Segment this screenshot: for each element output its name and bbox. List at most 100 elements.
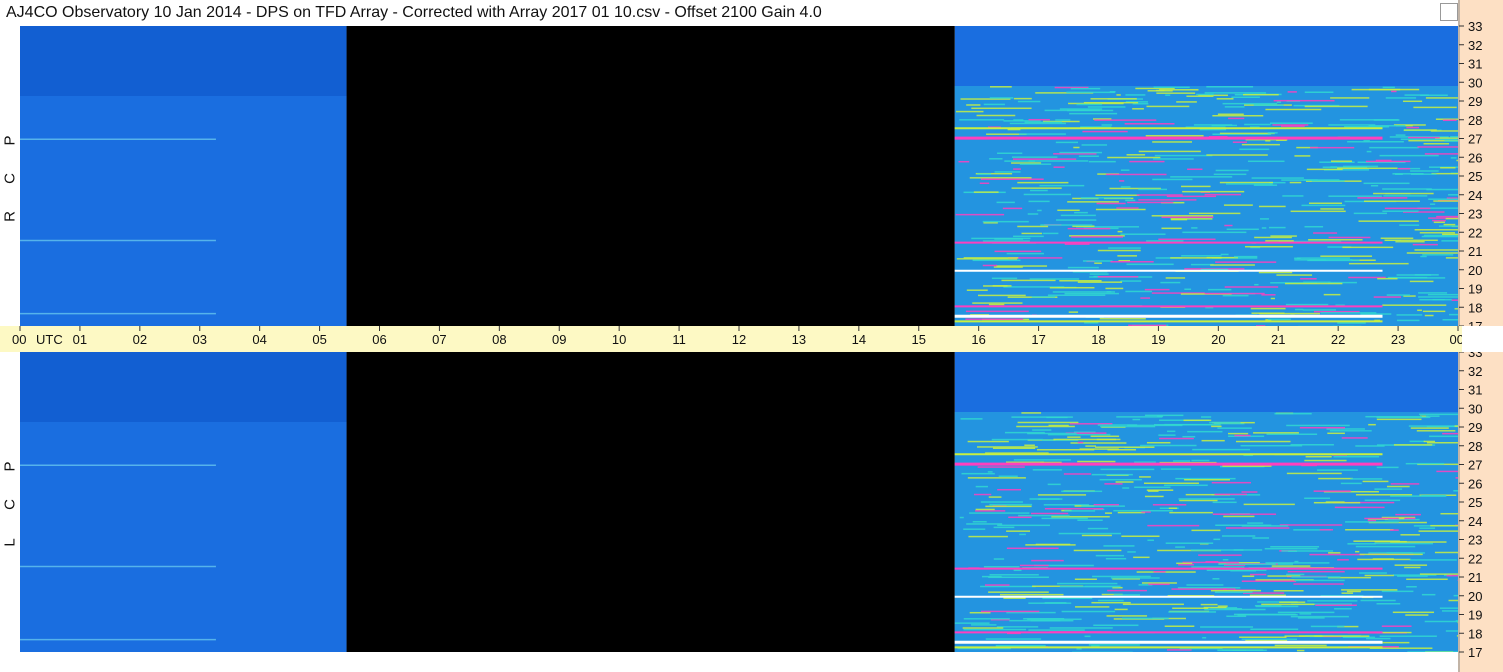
rcp-activity-streak — [1424, 153, 1458, 155]
rcp-activity-streak — [1117, 255, 1138, 257]
rcp-activity-streak — [1396, 319, 1420, 322]
rcp-activity-streak — [1184, 288, 1192, 291]
utc-tick-label: 04 — [252, 332, 266, 347]
lcp-activity-streak — [1439, 607, 1458, 609]
lcp-interference-line — [954, 646, 1383, 649]
rcp-activity-streak — [997, 152, 1023, 155]
lcp-activity-streak — [1250, 573, 1267, 576]
lcp-activity-streak — [1032, 429, 1052, 431]
rcp-activity-streak — [971, 237, 1031, 240]
rcp-letter-3: P — [1, 135, 19, 146]
rcp-activity-streak — [1067, 227, 1111, 230]
lcp-activity-streak — [1397, 575, 1428, 577]
utc-tick-label: 02 — [133, 332, 147, 347]
rcp-activity-streak — [1006, 252, 1044, 255]
rcp-activity-streak — [1320, 255, 1373, 257]
lcp-activity-streak — [1392, 611, 1435, 614]
lcp-activity-streak — [1376, 418, 1422, 421]
rcp-activity-streak — [1094, 262, 1102, 264]
lcp-activity-streak — [1152, 504, 1187, 506]
utc-tick-label: 06 — [372, 332, 386, 347]
lcp-letter-1: L — [1, 538, 19, 547]
lcp-activity-streak — [1317, 469, 1358, 471]
lcp-interference-line — [954, 453, 1383, 456]
rcp-activity-streak — [1170, 218, 1188, 221]
rcp-freq-tick-label: 31 — [1468, 57, 1482, 72]
rcp-activity-streak — [1422, 310, 1446, 313]
lcp-activity-streak — [1027, 432, 1077, 435]
rcp-no-data-segment — [346, 26, 955, 326]
lcp-activity-streak — [1105, 512, 1113, 514]
rcp-activity-streak — [1265, 140, 1271, 142]
lcp-activity-streak — [1143, 482, 1199, 485]
lcp-activity-streak — [1037, 494, 1087, 496]
lcp-activity-streak — [1210, 589, 1262, 592]
rcp-activity-streak — [1261, 227, 1267, 229]
lcp-activity-streak — [1426, 441, 1458, 444]
lcp-activity-streak — [1121, 535, 1160, 538]
lcp-activity-streak — [1139, 476, 1151, 478]
rcp-activity-streak — [994, 250, 1042, 253]
utc-unit-label: UTC — [36, 332, 63, 347]
lcp-activity-streak — [1241, 580, 1297, 582]
window-close-box[interactable] — [1440, 3, 1458, 21]
lcp-activity-streak — [1406, 586, 1417, 588]
rcp-activity-streak — [1223, 204, 1253, 206]
rcp-activity-streak — [1395, 240, 1425, 243]
lcp-activity-streak — [1093, 624, 1139, 627]
rcp-activity-streak — [1220, 253, 1229, 256]
lcp-activity-streak — [988, 576, 1049, 579]
lcp-activity-streak — [1230, 569, 1257, 572]
lcp-activity-streak — [1286, 472, 1342, 475]
rcp-activity-streak — [972, 302, 1023, 304]
rcp-activity-streak — [1406, 126, 1420, 129]
lcp-activity-streak — [1242, 575, 1255, 578]
rcp-activity-streak — [1206, 86, 1254, 88]
rcp-activity-streak — [1156, 92, 1196, 94]
rcp-activity-streak — [1212, 114, 1264, 117]
rcp-activity-streak — [1204, 193, 1242, 196]
rcp-activity-streak — [1445, 257, 1458, 259]
lcp-activity-streak — [1376, 416, 1431, 419]
rcp-interference-line — [954, 241, 1383, 244]
rcp-activity-streak — [1379, 154, 1439, 157]
rcp-activity-streak — [1224, 106, 1245, 108]
lcp-activity-streak — [1148, 583, 1170, 586]
rcp-activity-streak — [980, 178, 1044, 180]
rcp-activity-streak — [1328, 195, 1382, 197]
rcp-activity-streak — [1146, 240, 1184, 242]
lcp-activity-streak — [1271, 565, 1311, 567]
lcp-activity-streak — [1211, 481, 1251, 484]
rcp-activity-streak — [1296, 257, 1350, 259]
rcp-activity-streak — [1096, 202, 1126, 205]
rcp-activity-streak — [1120, 169, 1130, 171]
lcp-activity-streak — [1225, 527, 1290, 529]
lcp-activity-streak — [1329, 430, 1372, 432]
rcp-activity-streak — [971, 107, 1032, 110]
utc-time-axis: 00 01 02 03 04 05 06 07 08 09 10 11 12 13 14 15 16 17 18 19… — [0, 326, 1462, 352]
rcp-activity-streak — [1217, 113, 1244, 116]
rcp-activity-streak — [1410, 170, 1439, 172]
lcp-activity-streak — [1175, 546, 1185, 548]
lcp-activity-streak — [1008, 516, 1032, 519]
rcp-activity-streak — [1126, 154, 1146, 156]
rcp-activity-streak — [1308, 239, 1363, 241]
lcp-activity-streak — [1340, 482, 1362, 485]
rcp-activity-streak — [1450, 157, 1457, 159]
utc-tick-label: 01 — [73, 332, 87, 347]
lcp-activity-streak — [1031, 559, 1064, 562]
lcp-activity-streak — [997, 488, 1021, 491]
lcp-activity-streak — [1328, 552, 1341, 554]
rcp-activity-streak — [1011, 156, 1058, 158]
lcp-activity-streak — [1264, 547, 1318, 550]
rcp-activity-streak — [1309, 202, 1343, 205]
rcp-activity-streak — [1417, 309, 1422, 312]
lcp-activity-streak — [1049, 627, 1113, 629]
lcp-activity-streak — [1440, 512, 1458, 515]
rcp-activity-streak — [1409, 280, 1434, 283]
lcp-activity-streak — [1209, 421, 1241, 424]
rcp-activity-streak — [1059, 151, 1103, 154]
rcp-activity-streak — [994, 171, 1021, 173]
lcp-activity-streak — [1200, 603, 1218, 606]
lcp-activity-streak — [1166, 649, 1192, 651]
